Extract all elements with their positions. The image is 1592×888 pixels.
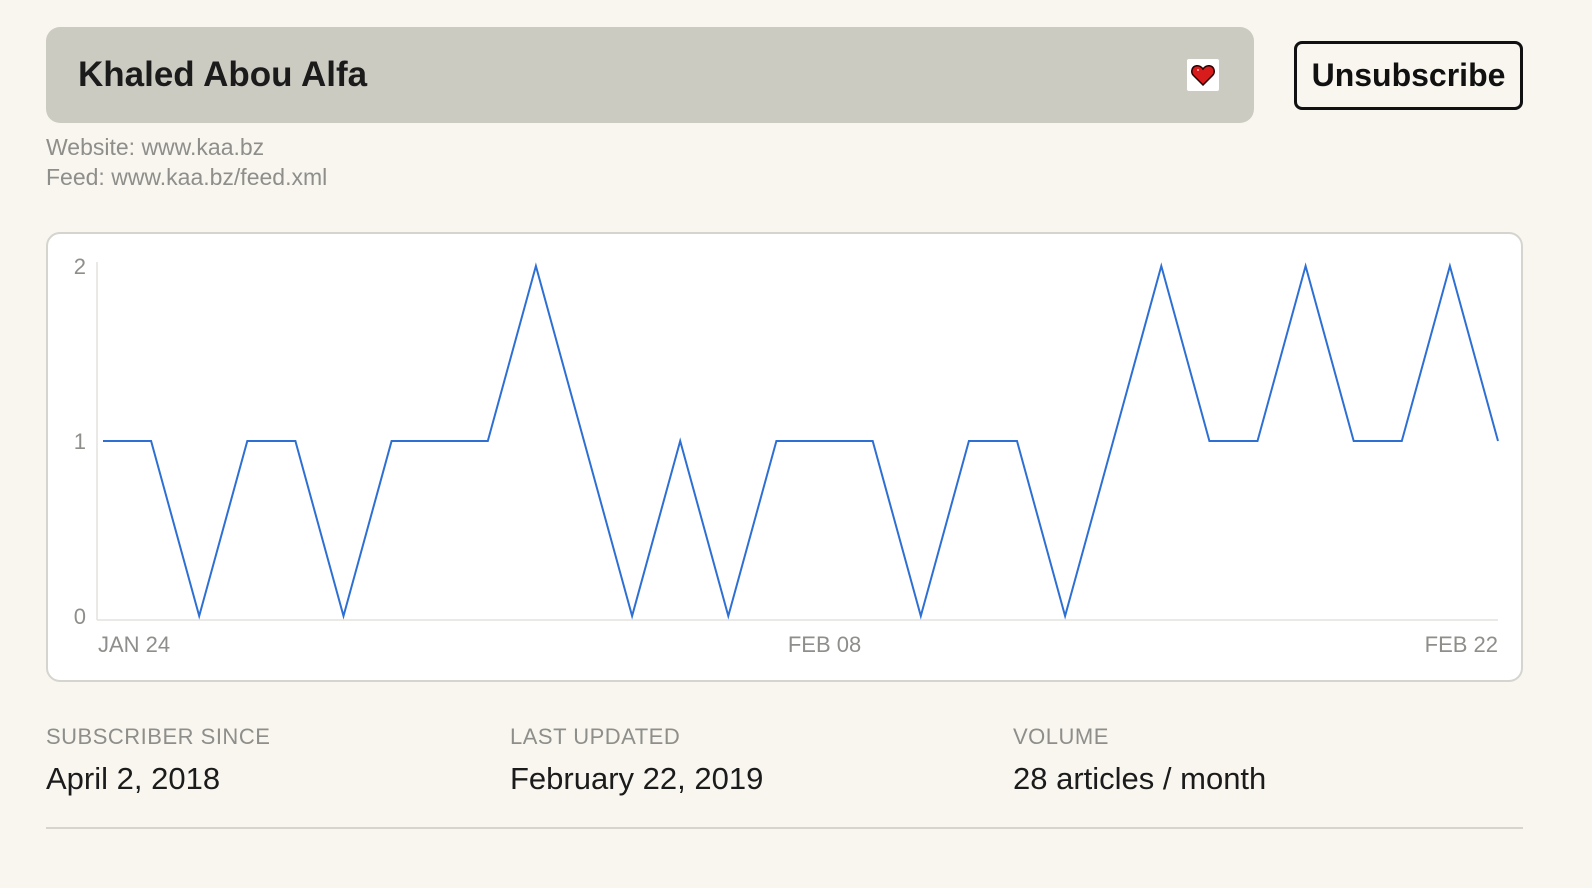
- subscriber-since-label: SUBSCRIBER SINCE: [46, 724, 271, 749]
- x-tick-label: FEB 22: [1425, 632, 1498, 657]
- data-point: [438, 439, 442, 443]
- x-axis: JAN 24 FEB 08 FEB 22: [97, 619, 1498, 657]
- data-point: [1015, 439, 1019, 443]
- bottom-divider: [46, 827, 1523, 829]
- chart-svg: 0 1 2 JAN 24 FEB 08 FEB 22: [74, 254, 1500, 657]
- y-tick-label: 2: [74, 254, 86, 279]
- y-tick-label: 0: [74, 604, 86, 629]
- favorite-toggle[interactable]: [1187, 59, 1219, 91]
- data-point: [919, 614, 923, 618]
- subscriber-since-value: April 2, 2018: [46, 761, 221, 796]
- feed-link[interactable]: Feed: www.kaa.bz/feed.xml: [46, 164, 327, 191]
- data-point: [149, 439, 153, 443]
- data-point: [101, 439, 105, 443]
- unsubscribe-button[interactable]: Unsubscribe: [1294, 41, 1523, 110]
- feed-detail-page: Khaled Abou Alfa Unsubscribe Website: ww…: [0, 0, 1592, 888]
- data-point: [1063, 614, 1067, 618]
- data-point: [1496, 439, 1500, 443]
- data-point: [582, 439, 586, 443]
- data-point: [197, 614, 201, 618]
- data-point: [1352, 439, 1356, 443]
- website-link[interactable]: Website: www.kaa.bz: [46, 134, 264, 161]
- data-point: [823, 439, 827, 443]
- publishing-activity-chart: 0 1 2 JAN 24 FEB 08 FEB 22: [46, 232, 1523, 682]
- volume-value: 28 articles / month: [1013, 761, 1267, 796]
- last-updated-value: February 22, 2019: [510, 761, 764, 796]
- data-point: [1207, 439, 1211, 443]
- data-point: [967, 439, 971, 443]
- data-point: [1400, 439, 1404, 443]
- series-line: [103, 262, 1499, 620]
- volume-label: VOLUME: [1013, 724, 1109, 749]
- series-articles: [101, 262, 1500, 620]
- y-tick-label: 1: [74, 429, 86, 454]
- data-point: [342, 614, 346, 618]
- heart-icon: [1191, 64, 1215, 86]
- data-point: [1255, 439, 1259, 443]
- feed-title-bar: Khaled Abou Alfa: [46, 27, 1254, 123]
- data-point: [390, 439, 394, 443]
- data-point: [678, 439, 682, 443]
- y-axis: 0 1 2: [74, 254, 98, 629]
- data-point: [1111, 439, 1115, 443]
- feed-title: Khaled Abou Alfa: [78, 55, 368, 94]
- data-point: [245, 439, 249, 443]
- data-point: [726, 614, 730, 618]
- data-point: [534, 264, 538, 268]
- data-point: [1304, 264, 1308, 268]
- x-tick-label: JAN 24: [98, 632, 170, 657]
- data-point: [774, 439, 778, 443]
- data-point: [486, 439, 490, 443]
- data-point: [1159, 264, 1163, 268]
- data-point: [630, 614, 634, 618]
- x-tick-label: FEB 08: [788, 632, 861, 657]
- data-point: [871, 439, 875, 443]
- data-point: [1448, 264, 1452, 268]
- last-updated-label: LAST UPDATED: [510, 724, 681, 749]
- data-point: [293, 439, 297, 443]
